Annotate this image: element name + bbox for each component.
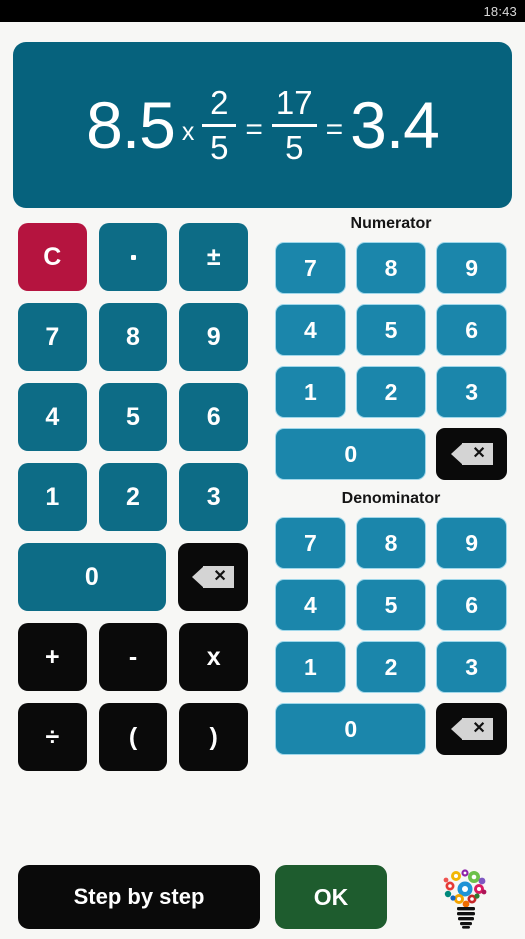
- numerator-digit-5-key[interactable]: 5: [355, 304, 427, 356]
- denominator-digit-7-key[interactable]: 7: [275, 517, 346, 569]
- denominator-row-zero: 0 ✕: [275, 703, 507, 755]
- keypad-row-456: 4 5 6: [18, 383, 249, 451]
- numerator-row-123: 1 2 3: [275, 366, 508, 418]
- divide-key[interactable]: ÷: [18, 703, 87, 771]
- clear-key[interactable]: C: [18, 223, 87, 291]
- hint-bulb-button[interactable]: [440, 863, 496, 931]
- backspace-icon: ✕: [450, 443, 493, 465]
- denominator-digit-5-key[interactable]: 5: [355, 579, 427, 631]
- numerator-digit-6-key[interactable]: 6: [436, 304, 508, 356]
- bottom-action-bar: Step by step OK: [0, 855, 525, 939]
- digit-2-key[interactable]: 2: [98, 463, 168, 531]
- denominator-digit-1-key[interactable]: 1: [275, 641, 346, 693]
- calculation-display[interactable]: 8.5 x 2 5 = 17 5 = 3.4: [13, 42, 512, 208]
- digit-9-key[interactable]: 9: [179, 303, 249, 371]
- keypad-row-operators-1: + - x: [18, 623, 249, 691]
- denominator-digit-9-key[interactable]: 9: [436, 517, 508, 569]
- step-by-step-button[interactable]: Step by step: [18, 865, 260, 929]
- equals-sign-2: =: [325, 113, 344, 146]
- sign-toggle-key[interactable]: ±: [179, 223, 249, 291]
- digit-3-key[interactable]: 3: [179, 463, 249, 531]
- denominator-digit-0-key[interactable]: 0: [275, 703, 427, 755]
- denominator-digit-8-key[interactable]: 8: [355, 517, 427, 569]
- fraction-input: 2 5: [202, 83, 237, 166]
- fraction-result-numerator: 17: [275, 83, 313, 121]
- keypad-row-functions: C ±: [18, 223, 249, 291]
- fraction-keypads: Numerator 7 8 9 4 5 6 1 2 3 0 ✕ Denomina…: [275, 215, 508, 765]
- numerator-row-zero: 0 ✕: [275, 428, 507, 480]
- numerator-backspace-key[interactable]: ✕: [436, 428, 507, 480]
- numerator-digit-3-key[interactable]: 3: [436, 366, 508, 418]
- backspace-icon: ✕: [450, 718, 493, 740]
- main-keypad: C ± 7 8 9 4 5 6 1 2 3 0 ✕ + - x ÷ (): [18, 223, 249, 783]
- digit-6-key[interactable]: 6: [179, 383, 249, 451]
- decimal-point-key[interactable]: [98, 223, 168, 291]
- operand-left: 8.5: [86, 88, 176, 162]
- denominator-digit-6-key[interactable]: 6: [436, 579, 508, 631]
- decimal-result: 3.4: [350, 88, 440, 162]
- multiply-key[interactable]: x: [179, 623, 249, 691]
- display-operator: x: [181, 117, 195, 146]
- denominator-label: Denominator: [341, 490, 441, 507]
- numerator-digit-9-key[interactable]: 9: [436, 242, 508, 294]
- numerator-digit-2-key[interactable]: 2: [355, 366, 427, 418]
- status-bar: 18:43: [0, 0, 525, 22]
- close-paren-key[interactable]: ): [179, 703, 249, 771]
- numerator-digit-7-key[interactable]: 7: [275, 242, 346, 294]
- fraction-result-bar: [271, 123, 317, 127]
- fraction-result-denominator: 5: [285, 128, 304, 166]
- status-bar-clock: 18:43: [483, 3, 517, 19]
- denominator-digit-2-key[interactable]: 2: [355, 641, 427, 693]
- lightbulb-icon: [440, 865, 496, 929]
- backspace-key[interactable]: ✕: [177, 543, 248, 611]
- dot-icon: [130, 254, 136, 260]
- numerator-row-456: 4 5 6: [275, 304, 508, 356]
- numerator-row-789: 7 8 9: [275, 242, 508, 294]
- backspace-icon-x: ✕: [213, 568, 227, 585]
- backspace-icon-x: ✕: [472, 720, 486, 737]
- numerator-digit-8-key[interactable]: 8: [355, 242, 427, 294]
- backspace-icon: ✕: [191, 566, 234, 588]
- fraction-input-denominator: 5: [210, 128, 229, 166]
- denominator-digit-3-key[interactable]: 3: [436, 641, 508, 693]
- digit-1-key[interactable]: 1: [18, 463, 87, 531]
- fraction-input-bar: [202, 123, 237, 127]
- denominator-row-123: 1 2 3: [275, 641, 508, 693]
- denominator-backspace-key[interactable]: ✕: [436, 703, 507, 755]
- numerator-label: Numerator: [350, 215, 432, 232]
- numerator-digit-0-key[interactable]: 0: [275, 428, 427, 480]
- fraction-input-numerator: 2: [210, 83, 229, 121]
- expression: 8.5 x 2 5 = 17 5 = 3.4: [86, 83, 440, 166]
- equals-sign-1: =: [245, 113, 263, 146]
- digit-0-key[interactable]: 0: [18, 543, 166, 611]
- keypad-row-operators-2: ÷ ( ): [18, 703, 249, 771]
- ok-button[interactable]: OK: [275, 865, 387, 929]
- digit-4-key[interactable]: 4: [18, 383, 87, 451]
- denominator-digit-4-key[interactable]: 4: [275, 579, 346, 631]
- denominator-row-789: 7 8 9: [275, 517, 508, 569]
- numerator-digit-4-key[interactable]: 4: [275, 304, 346, 356]
- keypad-row-zero: 0 ✕: [18, 543, 248, 611]
- digit-7-key[interactable]: 7: [18, 303, 87, 371]
- digit-5-key[interactable]: 5: [98, 383, 168, 451]
- fraction-result: 17 5: [271, 83, 317, 166]
- calculator-app: 8.5 x 2 5 = 17 5 = 3.4 C ± 7 8 9 4 5 6 1…: [0, 22, 525, 939]
- digit-8-key[interactable]: 8: [98, 303, 168, 371]
- add-key[interactable]: +: [18, 623, 87, 691]
- subtract-key[interactable]: -: [98, 623, 168, 691]
- numerator-digit-1-key[interactable]: 1: [275, 366, 346, 418]
- backspace-icon-x: ✕: [472, 445, 486, 462]
- open-paren-key[interactable]: (: [98, 703, 168, 771]
- keypad-row-789: 7 8 9: [18, 303, 249, 371]
- keypad-row-123: 1 2 3: [18, 463, 249, 531]
- denominator-row-456: 4 5 6: [275, 579, 508, 631]
